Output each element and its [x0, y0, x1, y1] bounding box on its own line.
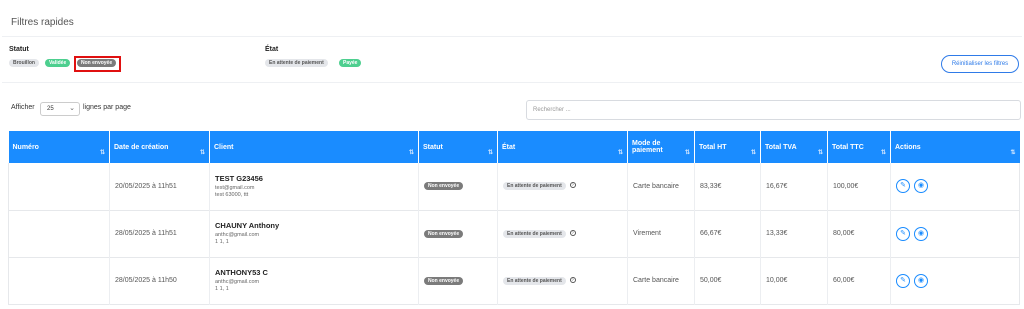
client-address: test 63000, ttt — [215, 191, 249, 198]
cell-mode: Carte bancaire — [627, 257, 695, 304]
col-statut[interactable]: Statut ⇅ — [418, 131, 498, 163]
cell-date: 20/05/2025 à 11h51 — [109, 163, 210, 210]
cell-etat: En attente de paiement? — [497, 163, 628, 210]
cell-client: CHAUNY Anthony anthc@gmail.com 1 1, 1 — [209, 210, 419, 257]
cell-date: 28/05/2025 à 11h50 — [109, 257, 210, 304]
info-icon[interactable]: ? — [569, 276, 576, 283]
table-header: Numéro ⇅ Date de création ⇅ Client ⇅ Statut… — [8, 131, 1020, 163]
cell-total-ht: 83,33€ — [694, 163, 761, 210]
col-etat[interactable]: État ⇅ — [497, 131, 628, 163]
sort-icon[interactable]: ⇅ — [200, 149, 205, 156]
etat-badge: En attente de paiement — [503, 229, 566, 238]
status-badge: Non envoyée — [424, 182, 464, 191]
cell-total-ttc: 100,00€ — [827, 163, 891, 210]
filter-en-attente[interactable]: En attente de paiement — [265, 59, 328, 67]
selection-highlight — [74, 56, 121, 72]
chevron-down-icon: ⌄ — [69, 105, 75, 112]
col-client[interactable]: Client ⇅ — [209, 131, 419, 163]
divider — [2, 82, 1022, 83]
cell-total-tva: 16,67€ — [760, 163, 828, 210]
cell-statut: Non envoyée — [418, 163, 498, 210]
cell-numero — [8, 163, 110, 210]
col-numero[interactable]: Numéro ⇅ — [9, 131, 110, 163]
cell-total-tva: 10,00€ — [760, 257, 828, 304]
cell-etat: En attente de paiement? — [497, 210, 628, 257]
cell-client: TEST G23456 test@gmail.com test 63000, t… — [209, 163, 419, 210]
client-address: 1 1, 1 — [215, 239, 229, 245]
cell-numero — [8, 257, 110, 304]
table-row[interactable]: 20/05/2025 à 11h51 TEST G23456 test@gmai… — [8, 163, 1020, 210]
sort-icon[interactable]: ⇅ — [409, 149, 414, 156]
per-page-label: lignes par page — [83, 104, 131, 111]
etat-badge: En attente de paiement — [503, 276, 566, 285]
eye-icon[interactable]: ◉ — [914, 273, 928, 288]
sort-icon[interactable]: ⇅ — [100, 149, 105, 156]
page-size-value: 25 — [47, 106, 54, 112]
pencil-icon[interactable]: ✎ — [896, 273, 910, 288]
cell-mode: Carte bancaire — [627, 163, 695, 210]
filter-payee[interactable]: Payée — [339, 59, 362, 67]
client-name: ANTHONY53 C — [215, 268, 268, 277]
filter-brouillon[interactable]: Brouillon — [9, 59, 39, 67]
cell-total-ht: 50,00€ — [694, 257, 761, 304]
sort-icon[interactable]: ⇅ — [1010, 149, 1015, 156]
cell-total-ht: 66,67€ — [694, 210, 761, 257]
cell-actions: ✎ ◉ — [890, 210, 1020, 257]
cell-actions: ✎ ◉ — [890, 257, 1020, 304]
col-actions[interactable]: Actions ⇅ — [890, 131, 1020, 163]
filter-validee[interactable]: Validée — [45, 59, 71, 67]
sort-icon[interactable]: ⇅ — [488, 149, 493, 156]
status-badge: Non envoyée — [424, 229, 464, 238]
etat-badge: En attente de paiement — [503, 182, 566, 191]
pencil-icon[interactable]: ✎ — [896, 179, 910, 194]
eye-icon[interactable]: ◉ — [914, 226, 928, 241]
divider — [2, 36, 1022, 37]
info-icon[interactable]: ? — [569, 229, 576, 236]
sort-icon[interactable]: ⇅ — [618, 149, 623, 156]
cell-date: 28/05/2025 à 11h51 — [109, 210, 210, 257]
cell-actions: ✎ ◉ — [890, 163, 1020, 210]
cell-etat: En attente de paiement? — [497, 257, 628, 304]
invoices-table: Numéro ⇅ Date de création ⇅ Client ⇅ Statut… — [8, 131, 1020, 305]
sort-icon[interactable]: ⇅ — [881, 149, 886, 156]
cell-client: ANTHONY53 C anthc@gmail.com 1 1, 1 — [209, 257, 419, 304]
table-row[interactable]: 28/05/2025 à 11h50 ANTHONY53 C anthc@gma… — [8, 257, 1020, 304]
client-email: anthc@gmail.com — [215, 279, 260, 285]
cell-mode: Virement — [627, 210, 695, 257]
client-email: anthc@gmail.com — [215, 232, 260, 238]
client-address: 1 1, 1 — [215, 286, 229, 292]
table-row[interactable]: 28/05/2025 à 11h51 CHAUNY Anthony anthc@… — [8, 210, 1020, 257]
status-badge: Non envoyée — [424, 276, 464, 285]
page-size-select[interactable]: 25 ⌄ — [40, 102, 80, 116]
client-name: CHAUNY Anthony — [215, 221, 280, 230]
reset-filters-button[interactable]: Réinitialiser les filtres — [941, 55, 1019, 73]
cell-total-ttc: 80,00€ — [827, 210, 891, 257]
info-icon[interactable]: ? — [569, 182, 576, 189]
col-total-ht[interactable]: Total HT ⇅ — [694, 131, 761, 163]
col-date[interactable]: Date de création ⇅ — [109, 131, 210, 163]
show-label: Afficher — [11, 104, 35, 111]
cell-statut: Non envoyée — [418, 257, 498, 304]
cell-numero — [8, 210, 110, 257]
eye-icon[interactable]: ◉ — [914, 179, 928, 194]
cell-total-ttc: 60,00€ — [827, 257, 891, 304]
col-total-tva[interactable]: Total TVA ⇅ — [760, 131, 828, 163]
col-total-ttc[interactable]: Total TTC ⇅ — [827, 131, 891, 163]
col-mode[interactable]: Mode de paiement ⇅ — [627, 131, 695, 163]
sort-icon[interactable]: ⇅ — [751, 149, 756, 156]
sort-icon[interactable]: ⇅ — [818, 149, 823, 156]
cell-statut: Non envoyée — [418, 210, 498, 257]
cell-total-tva: 13,33€ — [760, 210, 828, 257]
client-name: TEST G23456 — [215, 173, 263, 183]
filters-title: Filtres rapides — [11, 17, 74, 28]
pencil-icon[interactable]: ✎ — [896, 226, 910, 241]
search-input[interactable]: Rechercher ... — [526, 100, 1021, 120]
statut-filter-label: Statut — [9, 46, 29, 53]
etat-filter-label: État — [265, 46, 279, 53]
filters-card: Filtres rapides Statut Brouillon Validée… — [2, 2, 1022, 307]
client-email: test@gmail.com — [215, 184, 255, 191]
sort-icon[interactable]: ⇅ — [685, 149, 690, 156]
